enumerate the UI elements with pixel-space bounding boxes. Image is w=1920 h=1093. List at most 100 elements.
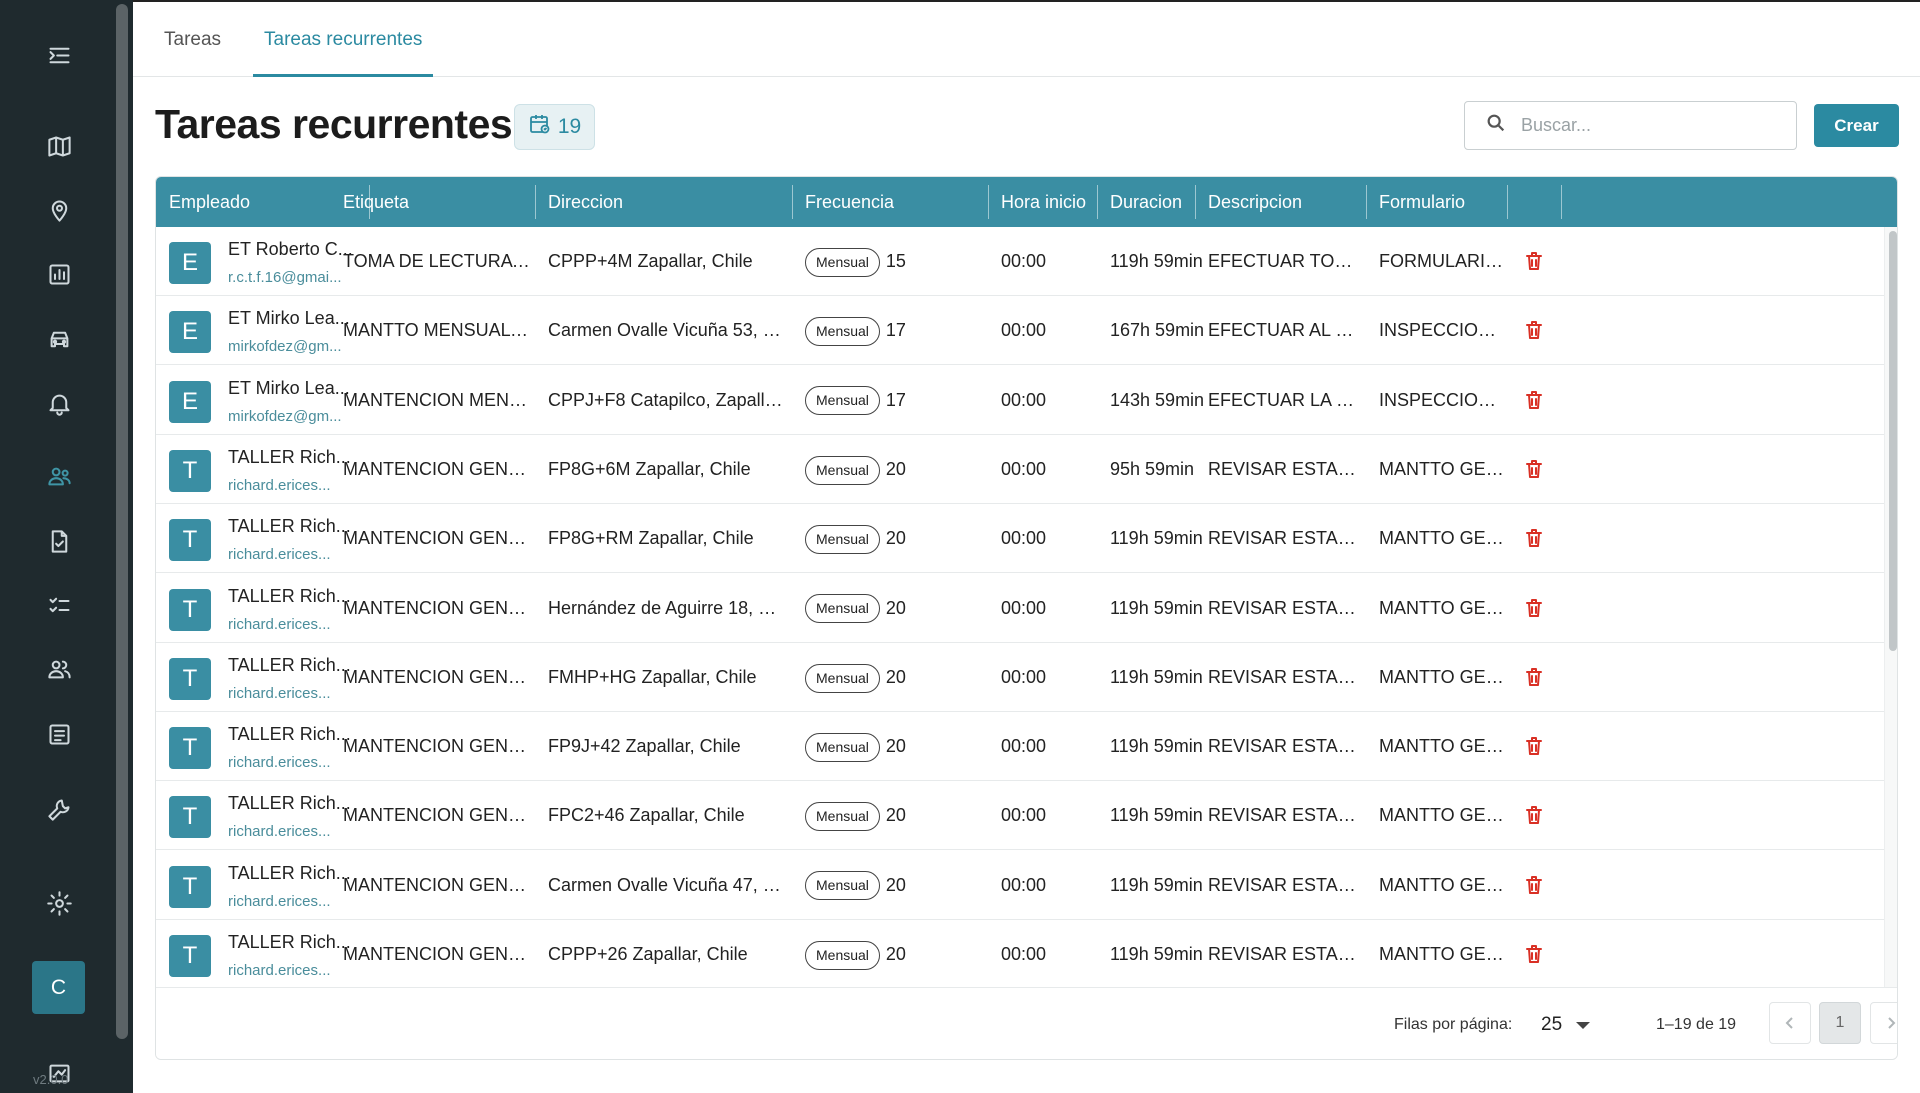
frequency-chip: Mensual [805,455,880,485]
frequency-chip: Mensual [805,247,880,277]
search-input[interactable] [1521,115,1781,136]
search-icon [1485,112,1507,139]
page-1-button[interactable]: 1 [1819,1002,1861,1044]
col-hora-inicio[interactable]: Hora inicio [988,177,1086,227]
frequency-day: 20 [885,874,906,895]
duration-cell: 95h 59min [1110,458,1195,479]
delete-icon[interactable] [1522,318,1546,342]
label-cell: MANTENCION GENERAD... [343,736,531,757]
delete-icon[interactable] [1522,457,1546,481]
caret-down-icon [1576,1021,1591,1029]
employee-name: TALLER Rich... [228,654,351,675]
label-cell: MANTENCION MENSUA... [343,389,531,410]
form-cell: INSPECCION P... [1379,389,1507,410]
table-row[interactable]: E ET Mirko Lea... mirkofdez@gm... MANTTO ME… [156,296,1884,366]
employee-avatar: E [169,242,211,284]
col-direccion[interactable]: Direccion [535,177,623,227]
location-pin-icon[interactable] [44,195,74,225]
list-document-icon[interactable] [44,719,74,749]
frequency-day: 20 [885,597,906,618]
car-icon[interactable] [44,324,74,354]
duration-cell: 119h 59min [1110,597,1203,618]
label-cell: MANTENCION GENERAD... [343,597,531,618]
start-time-cell: 00:00 [1001,666,1047,687]
description-cell: EFECTUAR AL REVI... [1208,320,1366,341]
col-separator[interactable] [1507,185,1508,219]
col-etiqueta[interactable]: Etiqueta [330,177,409,227]
frequency-cell: Mensual 17 [805,366,985,435]
table-row[interactable]: T TALLER Rich... richard.erices... MANTENCI… [156,643,1884,712]
employee-email: mirkofdez@gm... [228,338,342,356]
employee-avatar: E [169,380,211,423]
table-row[interactable]: T TALLER Rich... richard.erices... MANTENCI… [156,712,1884,782]
delete-icon[interactable] [1522,734,1546,758]
address-cell: FP8G+6M Zapallar, Chile [548,458,751,479]
document-check-icon[interactable] [44,526,74,556]
rows-per-page-select[interactable]: 25 [1541,1006,1591,1044]
col-empleado[interactable]: Empleado [156,177,250,227]
frequency-day: 20 [885,458,906,479]
sidebar-scrollbar[interactable] [116,4,128,1039]
table-row[interactable]: T TALLER Rich... richard.erices... MANTENCI… [156,504,1884,574]
employee-email: richard.erices... [228,546,331,564]
frequency-cell: Mensual 20 [805,574,985,643]
tab-tareas[interactable]: Tareas [153,2,232,77]
table-row[interactable]: E ET Roberto C... r.c.t.f.16@gmai... TOMA D… [156,227,1884,296]
frequency-chip: Mensual [805,871,880,901]
address-cell: FMHP+HG Zapallar, Chile [548,666,757,687]
description-cell: REVISAR ESTADO, ... [1208,874,1366,895]
col-formulario[interactable]: Formulario [1366,177,1465,227]
table-row[interactable]: T TALLER Rich... richard.erices... MANTENCI… [156,851,1884,920]
table-scrollbar[interactable] [1884,227,1897,987]
employee-group-icon[interactable] [44,461,74,491]
frequency-chip: Mensual [805,524,880,554]
delete-icon[interactable] [1522,526,1546,550]
frequency-cell: Mensual 20 [805,504,985,573]
col-descripcion[interactable]: Descripcion [1195,177,1302,227]
wrench-icon[interactable] [44,794,74,824]
table-row[interactable]: T TALLER Rich... richard.erices... MANTENCI… [156,781,1884,851]
delete-icon[interactable] [1522,249,1546,273]
col-frecuencia[interactable]: Frecuencia [792,177,894,227]
delete-icon[interactable] [1522,388,1546,412]
start-time-cell: 00:00 [1001,874,1047,895]
table-scrollbar-thumb[interactable] [1889,231,1897,651]
collapse-menu-icon[interactable] [44,40,74,70]
table-row[interactable]: T TALLER Rich... richard.erices... MANTENCI… [156,574,1884,643]
col-separator[interactable] [1561,185,1562,219]
table-row[interactable]: T TALLER Rich... richard.erices... MANTENCI… [156,435,1884,504]
chart-icon[interactable] [44,259,74,289]
table-row[interactable]: T TALLER Rich... richard.erices... MANTENCI… [156,920,1884,989]
col-duracion[interactable]: Duracion [1097,177,1182,227]
description-cell: REVISAR ESTADO, ... [1208,458,1366,479]
frequency-day: 20 [885,666,906,687]
gear-icon[interactable] [44,888,74,918]
bell-icon[interactable] [44,388,74,418]
delete-icon[interactable] [1522,942,1546,966]
delete-icon[interactable] [1522,665,1546,689]
users-icon[interactable] [44,654,74,684]
delete-icon[interactable] [1522,596,1546,620]
map-icon[interactable] [44,131,74,161]
delete-icon[interactable] [1522,803,1546,827]
frequency-cell: Mensual 20 [805,712,985,781]
delete-icon[interactable] [1522,873,1546,897]
address-cell: CPPP+26 Zapallar, Chile [548,944,748,964]
frequency-chip: Mensual [805,732,880,762]
create-button[interactable]: Crear [1814,104,1899,147]
tab-bar: Tareas Tareas recurrentes [133,2,1920,77]
checklist-icon[interactable] [44,590,74,620]
tab-tareas-recurrentes[interactable]: Tareas recurrentes [253,2,434,77]
table-row[interactable]: E ET Mirko Lea... mirkofdez@gm... MANTENCIO… [156,366,1884,435]
frequency-chip: Mensual [805,386,880,416]
duration-cell: 167h 59min [1110,320,1205,341]
employee-name: TALLER Rich... [228,793,351,814]
employee-avatar: T [169,519,211,562]
description-cell: REVISAR ESTADO, ... [1208,597,1366,618]
next-page-button[interactable] [1870,1002,1897,1044]
prev-page-button[interactable] [1769,1002,1811,1044]
user-avatar[interactable]: C [32,961,85,1014]
search-box[interactable] [1464,101,1797,150]
label-cell: MANTENCION GENERAD... [343,666,531,687]
start-time-cell: 00:00 [1001,944,1047,964]
